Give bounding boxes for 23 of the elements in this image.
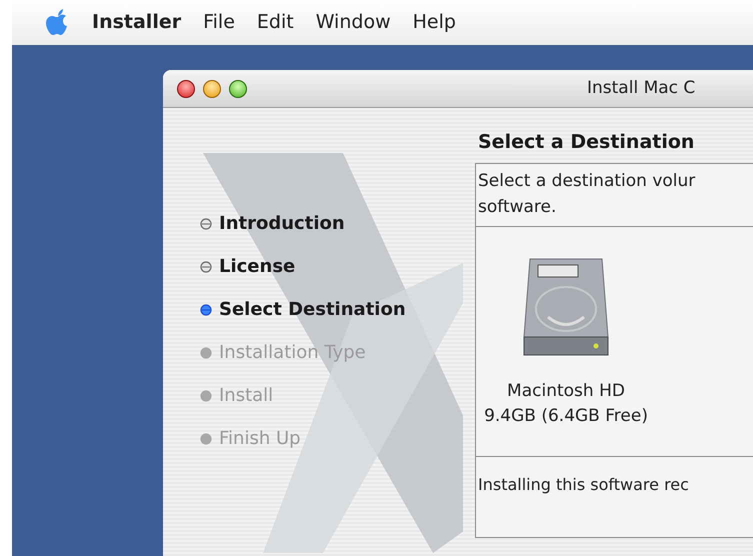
volume-size: 9.4GB (6.4GB Free)	[484, 404, 648, 428]
close-button[interactable]	[177, 80, 195, 98]
menu-item[interactable]: Installer	[92, 8, 182, 37]
zoom-button[interactable]	[229, 80, 247, 98]
step-label: Install	[219, 384, 274, 408]
menu-item[interactable]: Help	[412, 8, 456, 37]
menu-item[interactable]: Window	[316, 8, 391, 37]
menu-item[interactable]: File	[203, 8, 235, 37]
footer-text: Installing this software rec	[478, 474, 689, 494]
step-label: License	[219, 255, 296, 279]
minimize-button[interactable]	[203, 80, 221, 98]
panel-heading: Select a Destination	[477, 130, 696, 155]
menu-item[interactable]: Edit	[256, 8, 294, 37]
step-label: Installation Type	[219, 341, 366, 365]
step-label: Finish Up	[219, 427, 301, 451]
step-label: Introduction	[219, 212, 345, 236]
apple-icon[interactable]	[46, 8, 70, 36]
instruction-text: software.	[478, 196, 558, 218]
step-label: Select Destination	[219, 298, 406, 322]
volume-name: Macintosh HD	[507, 380, 625, 402]
window-title: Install Mac C	[587, 76, 696, 100]
instruction-text: Select a destination volur	[478, 170, 696, 192]
volume-item[interactable]: Macintosh HD 9.4GB (6.4GB Free)	[486, 256, 646, 456]
